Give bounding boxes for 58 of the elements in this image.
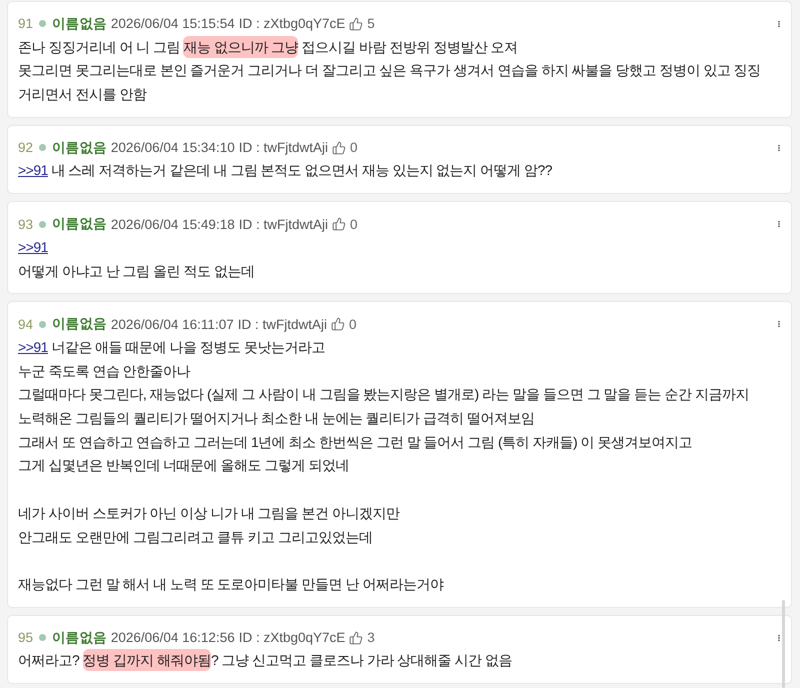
post-date: 2026/06/04 15:15:54	[110, 16, 235, 32]
post-number: 92	[18, 140, 34, 156]
post-text: 존나 징징거리네 어 니 그림	[18, 38, 182, 55]
reply-link[interactable]: >>91	[18, 338, 48, 355]
like-count: 3	[367, 630, 375, 646]
thumbs-up-icon[interactable]	[332, 140, 346, 155]
thumbs-up-icon[interactable]	[349, 16, 364, 31]
post-number: 94	[18, 316, 34, 332]
post-text: 그럴때마다 못그린다, 재능없다 (실제 그 사람이 내 그림을 봤는지랑은 별개로) 라는 말을 들으면 그 말을 듣는 순간 지금까지	[18, 386, 749, 402]
post-number: 95	[18, 630, 34, 646]
reply-link[interactable]: >>91	[18, 162, 48, 178]
author-name: 이름없음	[52, 628, 107, 647]
poster-id: ID : zXtbg0qY7cE	[238, 630, 346, 646]
post-date: 2026/06/04 16:11:07	[110, 316, 234, 332]
status-dot-icon	[39, 20, 46, 28]
thumbs-up-icon[interactable]	[332, 217, 346, 232]
post-text: 그래서 또 연습하고 연습하고 그러는데 1년에 최소 한번씩은 그런 말 들어서 그림 (특히 자캐들) 이 못생겨보여지고	[18, 434, 692, 450]
post-date: 2026/06/04 15:49:18	[110, 216, 235, 232]
post-text: 어떻게 아냐고 난 그림 올린 적도 없는데	[18, 262, 254, 279]
poster-id: ID : zXtbg0qY7cE	[238, 16, 346, 32]
post-text: 그게 십몇년은 반복인데 너때문에 올해도 그렇게 되었네	[18, 457, 349, 474]
status-dot-icon	[39, 144, 46, 152]
post-text: 못그리면 못그리는대로 본인 즐거운거 그리거나 더 잘그리고 싶은 욕구가 생겨서 연습을 하지 싸불을 당했고 정병이 있고 징징	[18, 62, 761, 78]
highlighted-text: 재능 없으니까 그냥	[183, 36, 298, 58]
status-dot-icon	[39, 220, 46, 228]
post-text: 누군 죽도록 연습 안한줄아나	[18, 362, 190, 379]
reply-link[interactable]: >>91	[18, 238, 48, 255]
thumbs-up-icon[interactable]	[349, 630, 364, 645]
post-date: 2026/06/04 16:12:56	[110, 630, 235, 646]
poster-id: ID : twFjtdwtAji	[238, 140, 328, 156]
scrollbar-thumb[interactable]	[782, 600, 785, 688]
like-count: 0	[348, 316, 356, 332]
post-text: 거리면서 전시를 안함	[18, 86, 146, 102]
post-text: 재능없다 그런 말 해서 내 노력 또 도로아미타불 만들면 난 어쩌라는거야	[18, 576, 444, 592]
author-name: 이름없음	[52, 138, 107, 157]
like-count: 0	[350, 140, 358, 156]
post-text: ? 그냥 신고먹고 클로즈나 가라 상대해줄 시간 없음	[210, 652, 512, 668]
highlighted-text: 정병 깁까지 해줘야됨	[82, 649, 211, 672]
post-text: 어쩌라고?	[18, 652, 80, 668]
like-count: 5	[367, 16, 375, 32]
post-number: 91	[18, 16, 34, 32]
like-count: 0	[350, 216, 358, 232]
post-text: 노력해온 그림들의 퀄리티가 떨어지거나 최소한 내 눈에는 퀄리티가 급격히 떨어져보임	[18, 410, 535, 426]
post-text: 내 스레 저격하는거 같은데 내 그림 본적도 없으면서 재능 있는지 없는지 어떻게 암??	[50, 162, 552, 178]
status-dot-icon	[39, 634, 46, 642]
status-dot-icon	[39, 320, 46, 328]
thumbs-up-icon[interactable]	[330, 317, 345, 332]
post-number: 93	[18, 216, 34, 232]
post-text: 안그래도 오랜만에 그림그리려고 클튜 키고 그리고있었는데	[18, 528, 372, 545]
author-name: 이름없음	[52, 215, 107, 234]
post-text: 네가 사이버 스토커가 아닌 이상 니가 내 그림을 본건 아니겠지만	[18, 504, 400, 521]
post-text: 너같은 애들 때문에 나을 정병도 못낫는거라고	[50, 338, 325, 355]
post-text: 접으시길 바람 전방위 정병발산 오져	[300, 38, 518, 55]
poster-id: ID : twFjtdwtAji	[238, 216, 328, 232]
author-name: 이름없음	[52, 315, 107, 334]
author-name: 이름없음	[52, 14, 107, 33]
poster-id: ID : twFjtdwtAji	[238, 316, 327, 332]
post-date: 2026/06/04 15:34:10	[110, 140, 235, 156]
